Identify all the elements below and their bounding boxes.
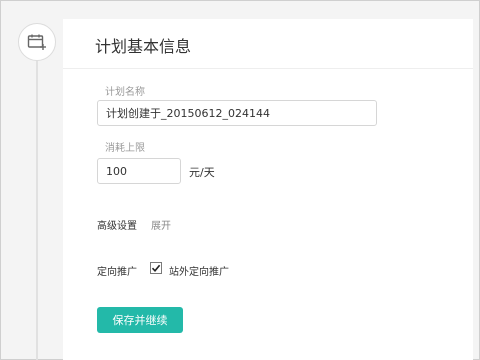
offsite-targeting-label[interactable]: 站外定向推广 <box>169 263 229 278</box>
page-frame: 计划基本信息 计划名称 计划创建于_20150612_024144 消耗上限 1… <box>0 0 480 360</box>
plan-info-panel: 计划基本信息 计划名称 计划创建于_20150612_024144 消耗上限 1… <box>63 19 473 360</box>
plan-name-label: 计划名称 <box>105 87 145 98</box>
spend-limit-label: 消耗上限 <box>105 143 145 154</box>
advanced-expand-link[interactable]: 展开 <box>151 217 171 232</box>
spend-limit-unit: 元/天 <box>189 166 215 179</box>
panel-header: 计划基本信息 <box>63 19 473 69</box>
plan-name-value: 计划创建于_20150612_024144 <box>106 107 270 120</box>
spend-limit-value: 100 <box>106 164 127 178</box>
calendar-add-icon <box>27 34 46 50</box>
plan-name-input[interactable]: 计划创建于_20150612_024144 <box>97 100 377 126</box>
offsite-targeting-checkbox[interactable] <box>150 262 162 274</box>
step-rail-line <box>36 61 38 360</box>
panel-title: 计划基本信息 <box>95 37 192 56</box>
checkmark-icon <box>151 264 161 273</box>
spend-limit-input[interactable]: 100 <box>97 158 181 184</box>
targeting-label: 定向推广 <box>97 267 137 278</box>
advanced-settings-label: 高级设置 <box>97 221 137 232</box>
step-rail-circle <box>18 23 56 61</box>
save-continue-button[interactable]: 保存并继续 <box>97 307 183 333</box>
